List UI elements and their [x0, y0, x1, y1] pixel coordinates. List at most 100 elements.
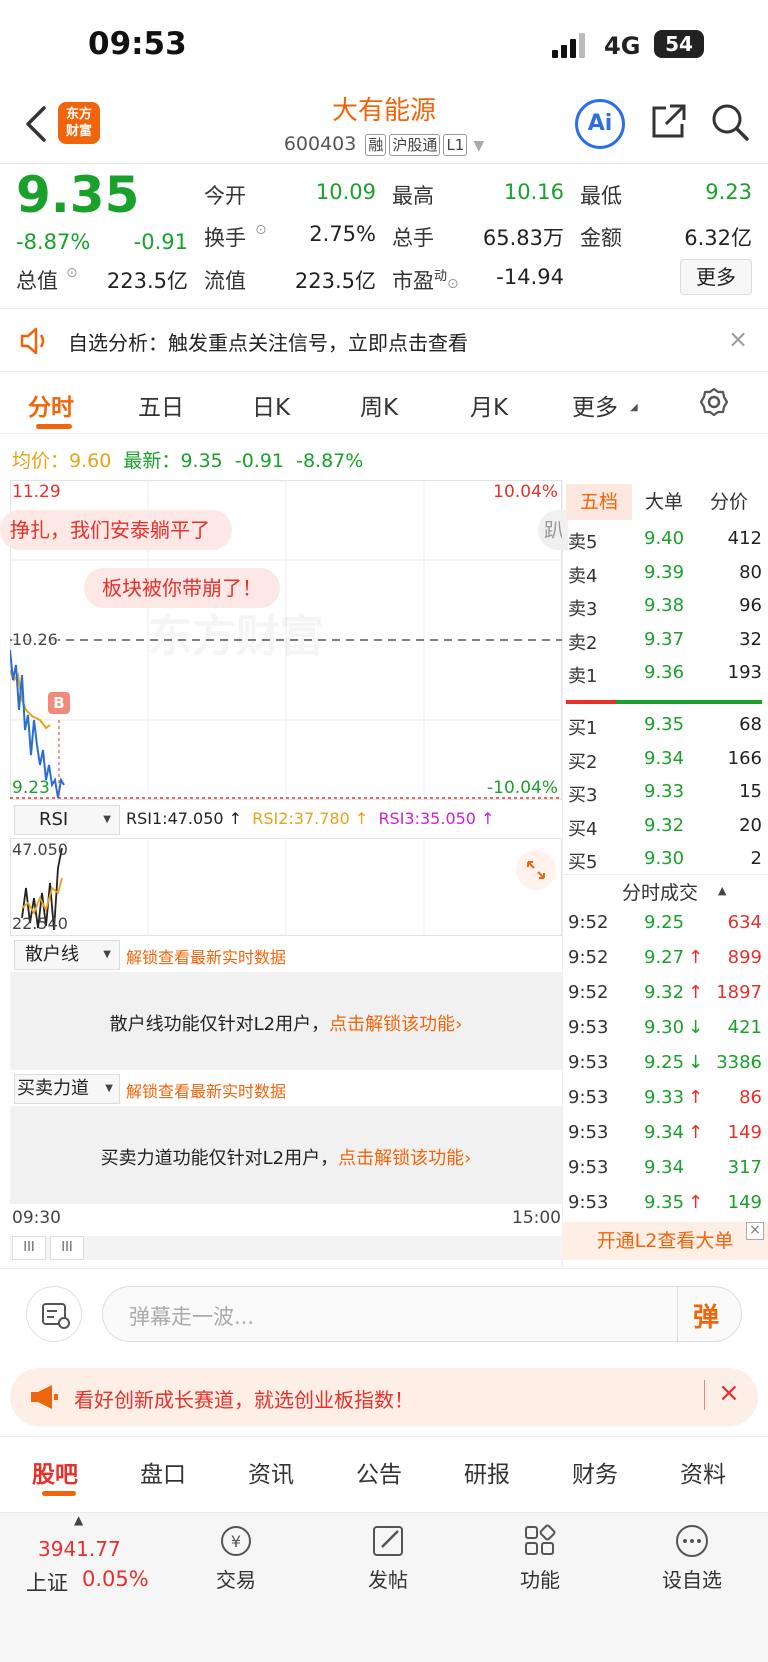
avg-value: 9.60: [69, 450, 112, 472]
close-icon[interactable]: ×: [746, 1222, 764, 1240]
rsi-chart[interactable]: 47.050 22.540: [10, 838, 562, 936]
tab-price-dist[interactable]: 分价: [710, 484, 748, 520]
locked-message: 买卖力道功能仅针对L2用户，点击解锁该功能›: [10, 1144, 562, 1170]
level-price: 9.35: [644, 714, 685, 735]
nav-add-watchlist[interactable]: 设自选: [652, 1523, 732, 1593]
nav-functions[interactable]: 功能: [500, 1523, 580, 1593]
trade-volume: 3386: [716, 1052, 762, 1073]
trade-direction-icon: ↑: [688, 1087, 704, 1108]
settings-icon[interactable]: [698, 386, 730, 418]
network-label: 4G: [604, 32, 641, 60]
tab-large-orders[interactable]: 大单: [645, 484, 683, 520]
close-icon[interactable]: ×: [718, 1378, 740, 1408]
bid-row: 买1 9.35 68: [566, 714, 762, 744]
scroll-handle-left[interactable]: III: [12, 1236, 46, 1260]
active-tab-indicator: [36, 424, 72, 429]
nav-post[interactable]: 发帖: [348, 1523, 428, 1593]
pe-sup: 动: [434, 269, 448, 284]
dropdown-icon[interactable]: ▼: [473, 138, 484, 154]
float-value: 223.5亿: [294, 269, 376, 293]
danmaku-bubble[interactable]: 板块被你带崩了！: [84, 568, 280, 608]
open-l2-button[interactable]: 开通L2查看大单: [562, 1222, 768, 1260]
amount-value: 6.32亿: [684, 226, 752, 250]
trade-volume: 86: [739, 1087, 762, 1108]
level-label: 卖1: [568, 666, 598, 687]
tab-finance[interactable]: 财务: [572, 1455, 618, 1489]
danmaku-bubble[interactable]: 挣扎，我们安泰躺平了: [0, 510, 232, 550]
expand-icon[interactable]: [516, 850, 556, 890]
scroll-handle-right[interactable]: III: [50, 1236, 84, 1260]
close-icon[interactable]: ×: [728, 325, 748, 353]
level-price: 9.34: [644, 747, 685, 769]
level-label: 卖5: [568, 532, 598, 553]
level-volume: 193: [727, 662, 762, 683]
tab-daily-k[interactable]: 日K: [252, 388, 290, 422]
open-value: 10.09: [315, 180, 376, 204]
info-icon[interactable]: ⊙: [447, 276, 459, 292]
indicator-name: RSI: [39, 809, 69, 830]
level-volume: 166: [727, 747, 762, 769]
indicator-select[interactable]: RSI ▼: [14, 805, 120, 835]
ratio-fill: [566, 700, 616, 704]
buy-marker-icon[interactable]: B: [48, 692, 70, 714]
info-icon[interactable]: ⊙: [255, 222, 267, 238]
tab-monthly-k[interactable]: 月K: [470, 388, 508, 422]
volume-label: 总手: [392, 226, 434, 250]
intraday-chart[interactable]: 东方财富 11.29 10.04% 10.26 9.23 -10.04% 挣扎，…: [0, 480, 568, 800]
more-button[interactable]: 更多: [680, 259, 752, 295]
ask-row: 卖5 9.40 412: [566, 528, 762, 558]
promo-banner[interactable]: 看好创新成长赛道，就选创业板指数！ ×: [10, 1368, 758, 1426]
tab-forum[interactable]: 股吧: [32, 1455, 78, 1489]
float-label: 流值: [204, 269, 246, 293]
trades-title[interactable]: 分时成交: [622, 878, 698, 905]
unlock-link[interactable]: 点击解锁该功能: [329, 1014, 455, 1035]
tab-weekly-k[interactable]: 周K: [360, 388, 398, 422]
buy-sell-force-select[interactable]: 买卖力道 ▼: [14, 1074, 120, 1104]
notice-bar[interactable]: 自选分析：触发重点关注信号，立即点击查看 ×: [0, 308, 768, 372]
last-label: 最新：: [123, 450, 181, 472]
rsi-bottom-label: 22.540: [12, 914, 68, 933]
unlock-hint[interactable]: 解锁查看最新实时数据: [126, 944, 286, 968]
level-price: 9.36: [644, 662, 685, 683]
tab-5day[interactable]: 五日: [138, 388, 184, 422]
trade-price: 9.34: [644, 1157, 685, 1178]
tab-more[interactable]: 更多: [572, 388, 618, 422]
level-volume: 2: [750, 848, 762, 869]
unlock-hint[interactable]: 解锁查看最新实时数据: [126, 1078, 286, 1102]
share-icon[interactable]: [648, 102, 688, 142]
trade-time: 9:53: [568, 1122, 609, 1143]
change-pct: -8.87%: [16, 230, 91, 254]
status-time: 09:53: [88, 26, 187, 62]
tab-announcements[interactable]: 公告: [356, 1455, 402, 1489]
index-name[interactable]: 上证: [26, 1567, 68, 1597]
tab-handicap[interactable]: 盘口: [140, 1455, 186, 1489]
info-icon[interactable]: ⊙: [66, 265, 78, 281]
tab-intraday[interactable]: 分时: [28, 388, 74, 422]
signal-icon: [552, 32, 592, 58]
pe-label-text: 市盈: [392, 269, 434, 293]
bid-row: 买4 9.32 20: [566, 815, 762, 845]
time-scrollbar[interactable]: III III: [10, 1236, 562, 1260]
high-value: 10.16: [503, 180, 564, 204]
chevron-right-icon: ›: [464, 1148, 472, 1169]
level-volume: 15: [739, 781, 762, 802]
tab-research[interactable]: 研报: [464, 1455, 510, 1489]
tab-five-levels[interactable]: 五档: [566, 484, 632, 520]
ai-button[interactable]: Ai: [575, 99, 625, 149]
level-price: 9.32: [644, 814, 685, 836]
trade-direction-icon: ↑: [688, 1192, 704, 1213]
danmaku-input[interactable]: 弹幕走一波... 弹: [102, 1286, 742, 1342]
tab-profile[interactable]: 资料: [680, 1455, 726, 1489]
pe-label: 市盈动⊙: [392, 265, 459, 295]
search-icon[interactable]: [710, 102, 750, 142]
danmaku-send-button[interactable]: 弹: [693, 1297, 719, 1334]
retail-line-select[interactable]: 散户线 ▼: [14, 940, 120, 970]
rsi1: RSI1:47.050 ↑: [126, 809, 243, 828]
unlock-link[interactable]: 点击解锁该功能: [338, 1148, 464, 1169]
index-pct[interactable]: 0.05%: [82, 1567, 149, 1591]
panel-name: 买卖力道: [17, 1078, 89, 1099]
danmaku-settings-icon[interactable]: [26, 1286, 82, 1342]
tab-news[interactable]: 资讯: [248, 1455, 294, 1489]
index-value[interactable]: 3941.77: [38, 1537, 121, 1561]
nav-trade[interactable]: ¥ 交易: [196, 1523, 276, 1593]
